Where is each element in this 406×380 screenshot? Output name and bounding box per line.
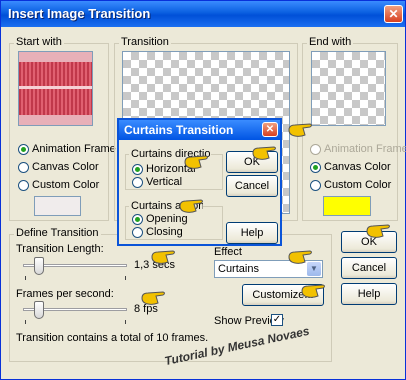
end-with-label: End with [307,36,354,48]
curtains-radio-horizontal[interactable] [132,164,143,175]
start-custom-color-swatch[interactable] [34,196,81,216]
window-title: Insert Image Transition [8,6,151,21]
end-option-animation-frame: Animation Frame [324,143,406,155]
effect-label: Effect [214,246,242,258]
end-custom-color-swatch[interactable] [323,196,371,216]
pointing-hand-icon [151,250,175,264]
pointing-hand-icon [288,123,312,137]
thumbnail-band [19,86,92,89]
start-option-custom-color: Custom Color [32,179,100,191]
frames-summary: Transition contains a total of 10 frames… [16,332,209,344]
curtains-help-button[interactable]: Help [226,222,278,244]
length-tick [125,276,126,280]
frames-per-second-label: Frames per second: [16,288,114,300]
insert-image-transition-window: Insert Image Transition ✕ Start with Ani… [0,0,406,380]
end-option-custom-color: Custom Color [324,179,392,191]
pointing-hand-icon [366,224,390,238]
transition-length-thumb[interactable] [33,257,44,275]
curtains-dialog-title: Curtains Transition [124,123,234,137]
pointing-hand-icon [141,291,165,305]
curtains-close-button[interactable]: ✕ [262,122,278,137]
end-radio-animation-frame[interactable] [310,144,321,155]
pointing-hand-icon [252,146,276,160]
end-radio-canvas-color[interactable] [310,162,321,173]
curtains-dialog-title-bar[interactable]: Curtains Transition ✕ [119,120,280,140]
end-radio-custom-color[interactable] [310,180,321,191]
start-animation-frame-thumbnail [18,51,93,126]
curtains-radio-vertical[interactable] [132,177,143,188]
end-option-canvas-color: Canvas Color [324,161,391,173]
pointing-hand-icon [179,199,203,213]
start-option-animation-frame: Animation Frame [32,143,116,155]
close-button[interactable]: ✕ [384,5,403,23]
define-transition-label: Define Transition [14,227,101,239]
help-button[interactable]: Help [341,283,397,305]
fps-tick [125,320,126,324]
cancel-button[interactable]: Cancel [341,257,397,279]
title-bar[interactable]: Insert Image Transition ✕ [1,1,405,27]
pointing-hand-icon [288,250,312,264]
thumbnail-border-top [19,52,92,62]
transition-length-label: Transition Length: [16,243,104,255]
start-with-label: Start with [14,36,64,48]
curtains-radio-opening[interactable] [132,214,143,225]
start-option-canvas-color: Canvas Color [32,161,99,173]
curtains-transition-dialog: Curtains Transition ✕ Curtains direction… [117,118,282,246]
end-preview-thumbnail [311,51,386,126]
pointing-hand-icon [301,284,325,298]
effect-selected-value: Curtains [218,263,259,275]
curtains-cancel-button[interactable]: Cancel [226,175,278,197]
fps-tick [25,320,26,324]
curtains-option-vertical: Vertical [146,176,183,188]
transition-label: Transition [119,36,171,48]
curtains-option-closing: Closing [146,226,183,238]
show-preview-checkbox[interactable]: ✓ [271,314,283,326]
start-radio-canvas-color[interactable] [18,162,29,173]
pointing-hand-icon [184,155,208,169]
fps-thumb[interactable] [33,301,44,319]
start-radio-custom-color[interactable] [18,180,29,191]
length-tick [25,276,26,280]
start-radio-animation-frame[interactable] [18,144,29,155]
curtains-radio-closing[interactable] [132,227,143,238]
thumbnail-border-bottom [19,115,92,125]
